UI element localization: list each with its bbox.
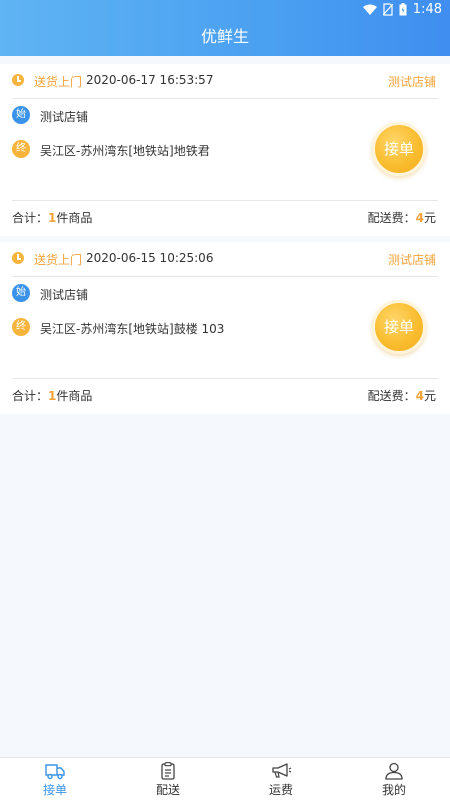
order-total: 合计：1件商品 <box>12 209 92 226</box>
person-icon <box>385 762 403 780</box>
start-badge: 始 <box>12 284 30 302</box>
fee-value: 4 <box>415 389 424 403</box>
fee-unit: 元 <box>423 389 436 403</box>
tab-accept-orders[interactable]: 接单 <box>15 762 95 798</box>
clock-icon <box>12 74 24 86</box>
order-time: 2020-06-15 10:25:06 <box>86 251 214 265</box>
total-label: 合计： <box>12 211 49 225</box>
clock-icon <box>12 252 24 264</box>
fee-label: 配送费： <box>367 389 416 403</box>
app-header: 优鲜生 <box>0 20 450 56</box>
divider <box>12 98 438 99</box>
order-card: 送货上门 2020-06-17 16:53:57 测试店铺 始 测试店铺 终 吴… <box>0 64 450 236</box>
no-sim-icon <box>382 3 393 16</box>
bottom-tab-bar: 接单 配送 运费 我的 <box>0 757 450 800</box>
accept-order-button[interactable]: 接单 <box>372 300 426 354</box>
delivery-type: 送货上门 <box>34 75 83 89</box>
tab-label: 运费 <box>268 783 293 797</box>
start-address: 测试店铺 <box>40 110 89 124</box>
delivery-type: 送货上门 <box>34 253 83 267</box>
order-card: 送货上门 2020-06-15 10:25:06 测试店铺 始 测试店铺 终 吴… <box>0 242 450 414</box>
delivery-fee: 配送费：4元 <box>368 209 436 226</box>
fee-label: 配送费： <box>367 211 416 225</box>
end-address: 吴江区-苏州湾东[地铁站]地铁君 <box>40 144 210 158</box>
wifi-icon <box>362 4 377 15</box>
fee-unit: 元 <box>423 211 436 225</box>
tab-label: 接单 <box>42 783 67 797</box>
divider <box>12 200 438 201</box>
end-badge: 终 <box>12 140 30 158</box>
delivery-fee: 配送费：4元 <box>368 387 436 404</box>
fee-value: 4 <box>415 211 424 225</box>
megaphone-icon <box>272 763 292 778</box>
status-bar: 1:48 <box>0 0 450 20</box>
end-address: 吴江区-苏州湾东[地铁站]鼓楼 103 <box>40 322 225 336</box>
end-badge: 终 <box>12 318 30 336</box>
start-address: 测试店铺 <box>40 288 89 302</box>
divider <box>12 378 438 379</box>
total-suffix: 件商品 <box>56 389 93 403</box>
tab-label: 我的 <box>381 783 406 797</box>
tab-freight[interactable]: 运费 <box>241 762 321 798</box>
truck-icon <box>45 764 65 780</box>
order-time: 2020-06-17 16:53:57 <box>86 73 214 87</box>
divider <box>12 276 438 277</box>
order-total: 合计：1件商品 <box>12 387 92 404</box>
total-suffix: 件商品 <box>56 211 93 225</box>
clipboard-icon <box>161 762 175 780</box>
status-time: 1:48 <box>412 2 442 17</box>
shop-link[interactable]: 测试店铺 <box>388 251 436 268</box>
accept-order-button[interactable]: 接单 <box>372 122 426 176</box>
battery-icon <box>399 3 407 16</box>
start-badge: 始 <box>12 106 30 124</box>
shop-link[interactable]: 测试店铺 <box>388 73 436 90</box>
tab-profile[interactable]: 我的 <box>354 762 434 798</box>
page-title: 优鲜生 <box>200 27 249 46</box>
tab-delivery[interactable]: 配送 <box>128 762 208 798</box>
tab-label: 配送 <box>155 783 180 797</box>
total-label: 合计： <box>12 389 49 403</box>
